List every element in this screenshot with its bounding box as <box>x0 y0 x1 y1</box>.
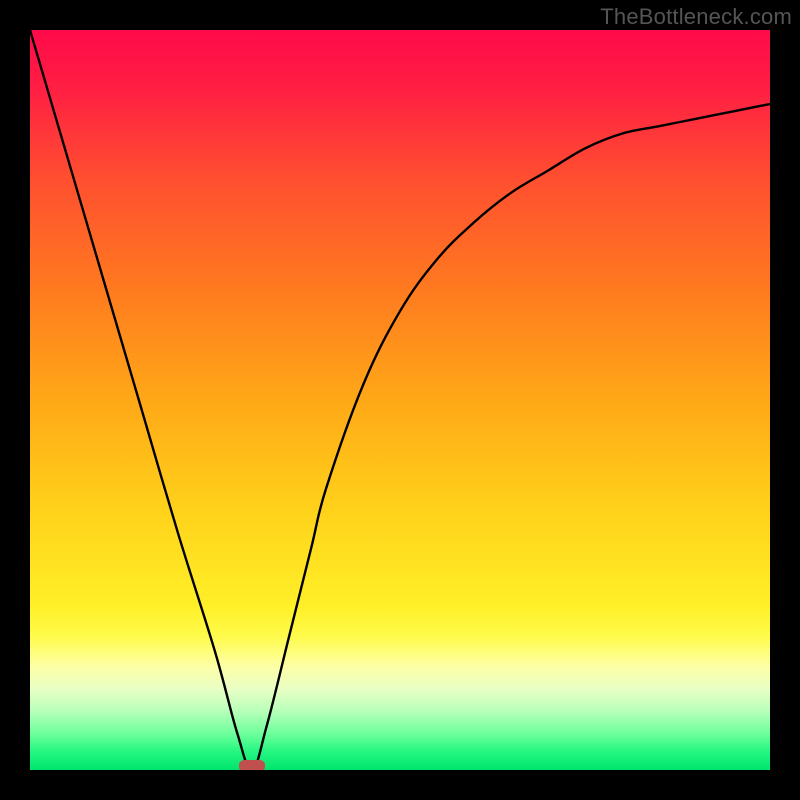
plot-area <box>30 30 770 770</box>
watermark-text: TheBottleneck.com <box>600 4 792 30</box>
minimum-marker <box>239 760 265 770</box>
curve-layer <box>30 30 770 770</box>
chart-frame: TheBottleneck.com <box>0 0 800 800</box>
bottleneck-curve <box>30 30 770 770</box>
